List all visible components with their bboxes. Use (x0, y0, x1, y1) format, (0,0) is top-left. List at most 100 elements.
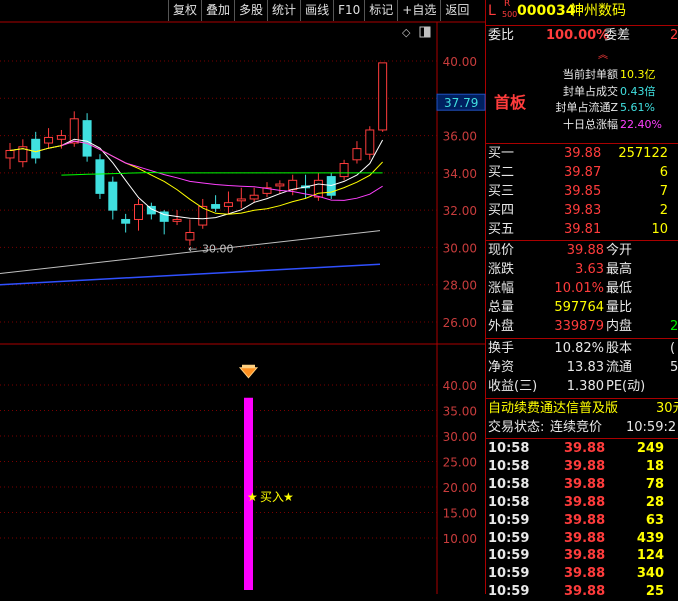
bid-price: 39.88 (564, 146, 602, 161)
ma5-line (9, 138, 384, 220)
tick-row[interactable]: 10:58 39.88 249 (486, 440, 678, 458)
candlestick (352, 141, 362, 164)
price-axis-tick: 26.00 (443, 316, 477, 330)
seal-line-label: 封单占成交 (563, 84, 618, 98)
weibi-label: 委比 (488, 28, 515, 43)
bid-row[interactable]: 买三 39.85 7 (486, 183, 678, 201)
tick-time: 10:58 (488, 441, 530, 456)
tick-volume: 18 (645, 458, 664, 474)
buy-signal-label: 买入 (260, 490, 284, 504)
quote-row: 总量 597764 量比 (486, 299, 678, 317)
price-axis-tick: 32.00 (443, 204, 477, 218)
star-icon: ★ (283, 490, 294, 504)
trade-status-label: 交易状态: (488, 420, 545, 435)
weici-label: 委差 (604, 28, 631, 43)
quote-value: 597764 (554, 300, 604, 315)
tick-row[interactable]: 10:59 39.88 25 (486, 583, 678, 601)
candlestick (211, 195, 221, 213)
price-axis-tick: 40.00 (443, 55, 477, 69)
bid-price: 39.81 (564, 222, 602, 237)
stats-label: 净资 (488, 360, 515, 375)
tick-row[interactable]: 10:58 39.88 28 (486, 494, 678, 512)
quote-row: 外盘 339879 内盘 2 (486, 318, 678, 336)
quote-value: 10.01% (554, 281, 604, 296)
quote-label-2: 最低 (606, 281, 633, 296)
candlestick (31, 131, 41, 164)
quote-panel: L R 500 000034 神州数码 委比 100.00% 委差 2 ︽ 首板… (486, 0, 678, 599)
tick-price: 39.88 (564, 530, 606, 546)
candlestick (5, 143, 15, 170)
stats-label-2: PE(动) (606, 379, 646, 394)
bid-row[interactable]: 买二 39.87 6 (486, 164, 678, 182)
bid-row[interactable]: 买五 39.81 10 (486, 221, 678, 239)
bid-label: 买二 (488, 165, 515, 180)
quote-row: 涨跌 3.63 最高 (486, 261, 678, 279)
bid-volume: 257122 (618, 146, 668, 161)
stats-value-2: ( (670, 341, 676, 356)
bid-volume: 10 (651, 222, 668, 237)
stats-value: 10.82% (554, 341, 604, 356)
bid-price: 39.83 (564, 203, 602, 218)
tick-row[interactable]: 10:59 39.88 340 (486, 565, 678, 583)
tick-volume: 249 (636, 441, 664, 456)
seal-line-label: 十日总涨幅 (563, 117, 618, 131)
diamond-icon[interactable]: ◇ (402, 26, 411, 39)
indicator-axis-tick: 25.00 (443, 456, 477, 470)
price-axis-tick: 30.00 (443, 241, 477, 255)
stats-row: 净资 13.83 流通 5 (486, 359, 678, 377)
kline-chart[interactable]: 40.0038.0036.0034.0032.0030.0028.0026.00… (0, 0, 486, 594)
stats-value: 1.380 (566, 379, 604, 394)
candlestick (82, 113, 92, 162)
candlestick (108, 176, 118, 220)
marquee-ad[interactable]: 自动续费通达信普及版 30元 (486, 400, 678, 418)
tick-volume: 78 (645, 476, 664, 492)
bid-label: 买一 (488, 146, 515, 161)
quote-value-2: 2 (670, 319, 678, 334)
tick-row[interactable]: 10:58 39.88 78 (486, 476, 678, 494)
tick-price: 39.88 (564, 441, 606, 456)
tick-time: 10:59 (488, 566, 530, 582)
seal-line: 十日总涨幅 22.40% (486, 117, 678, 133)
bid-row[interactable]: 买四 39.83 2 (486, 202, 678, 220)
quote-row: 涨幅 10.01% 最低 (486, 280, 678, 298)
tick-time: 10:58 (488, 476, 530, 492)
bid-label: 买五 (488, 222, 515, 237)
quote-label: 外盘 (488, 319, 515, 334)
seal-line-value: 5.61% (620, 101, 655, 114)
candlestick (365, 126, 375, 160)
candlestick (121, 213, 131, 233)
tick-volume: 63 (645, 512, 664, 528)
bid-row[interactable]: 买一 39.88 257122 (486, 145, 678, 163)
tick-volume: 28 (645, 494, 664, 510)
price-axis-tick: 36.00 (443, 130, 477, 144)
quote-label-2: 量比 (606, 300, 633, 315)
tick-row[interactable]: 10:59 39.88 439 (486, 530, 678, 548)
candlestick (262, 182, 272, 198)
quote-value: 339879 (554, 319, 604, 334)
tick-price: 39.88 (564, 494, 606, 510)
tick-row[interactable]: 10:58 39.88 18 (486, 458, 678, 476)
low-price-marker: ← (188, 242, 197, 255)
quote-label-2: 今开 (606, 243, 633, 258)
indicator-axis-tick: 30.00 (443, 430, 477, 444)
trade-status-time: 10:59:2 (626, 420, 677, 435)
stock-flag-num: 500 (502, 10, 518, 19)
candlestick (249, 187, 259, 203)
candlestick (146, 202, 156, 220)
stats-label: 换手 (488, 341, 515, 356)
tick-price: 39.88 (564, 566, 606, 582)
quote-label: 涨幅 (488, 281, 515, 296)
collapse-arrow-icon[interactable]: ︽ (598, 46, 608, 61)
tick-volume: 439 (636, 530, 664, 546)
bid-price: 39.85 (564, 184, 602, 199)
quote-value: 3.63 (575, 262, 604, 277)
seal-line: 封单占成交 0.43倍 (486, 84, 678, 100)
tick-row[interactable]: 10:59 39.88 124 (486, 547, 678, 565)
bid-volume: 2 (659, 203, 668, 218)
tick-row[interactable]: 10:59 39.88 63 (486, 512, 678, 530)
indicator-axis-tick: 10.00 (443, 532, 477, 546)
price-axis-tick: 28.00 (443, 279, 477, 293)
tick-time: 10:59 (488, 512, 530, 528)
stock-flag-r: R (504, 0, 511, 9)
stats-value: 13.83 (566, 360, 604, 375)
